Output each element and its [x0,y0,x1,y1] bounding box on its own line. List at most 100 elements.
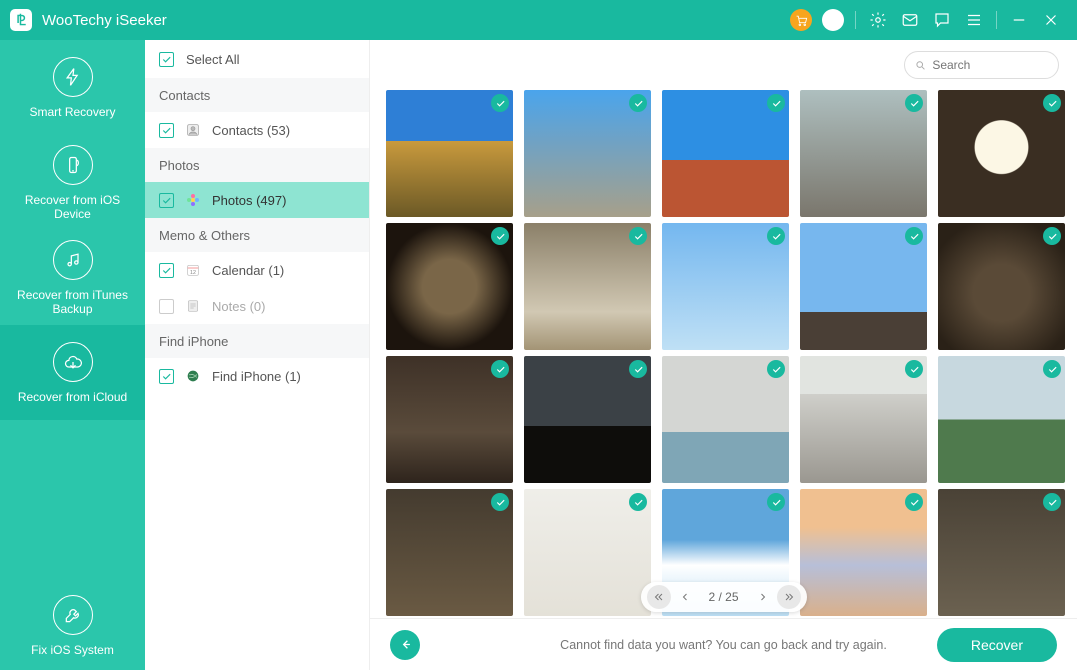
phone-icon [53,145,93,185]
pager-prev-button[interactable] [672,585,696,609]
photo-thumbnail[interactable] [386,90,513,217]
list-item-photos[interactable]: Photos (497) [145,182,369,218]
app-logo-icon: ⅊ [10,9,32,31]
photo-thumbnail[interactable] [524,489,651,616]
gear-icon [869,11,887,29]
close-button[interactable] [1035,4,1067,36]
minimize-button[interactable] [1003,4,1035,36]
list-item-label: Contacts (53) [212,123,290,138]
chevrons-right-icon [783,591,795,603]
check-icon [1043,227,1061,245]
settings-button[interactable] [862,4,894,36]
titlebar-separator [855,11,856,29]
check-icon [905,94,923,112]
footer-message: Cannot find data you want? You can go ba… [560,638,887,652]
photo-grid [386,90,1067,616]
chat-icon [933,11,951,29]
calendar-icon: 12 [184,261,202,279]
checkbox[interactable] [159,123,174,138]
sidebar-item-label: Recover from iOS Device [8,193,137,221]
photo-thumbnail[interactable] [662,356,789,483]
menu-icon [965,11,983,29]
photo-thumbnail[interactable] [386,356,513,483]
flower-icon [184,191,202,209]
list-item-label: Photos (497) [212,193,286,208]
wrench-icon [53,595,93,635]
sidebar-item-label: Recover from iTunes Backup [8,288,137,316]
photo-thumbnail[interactable] [938,489,1065,616]
bolt-icon [53,57,93,97]
sidebar-item-fix-ios[interactable]: Fix iOS System [0,582,145,670]
photo-thumbnail[interactable] [662,90,789,217]
pager-first-button[interactable] [646,585,670,609]
search-box[interactable] [904,51,1059,79]
list-item-find-iphone[interactable]: Find iPhone (1) [145,358,369,394]
checkbox[interactable] [159,299,174,314]
contact-icon [184,121,202,139]
photo-thumbnail[interactable] [938,223,1065,350]
svg-text:12: 12 [190,270,196,276]
category-header-photos: Photos [145,148,369,182]
check-icon [491,360,509,378]
check-icon [629,493,647,511]
list-item-notes[interactable]: Notes (0) [145,288,369,324]
list-item-label: Notes (0) [212,299,265,314]
list-item-label: Calendar (1) [212,263,284,278]
select-all-label: Select All [186,52,239,67]
search-input[interactable] [932,58,1048,72]
checkbox[interactable] [159,369,174,384]
select-all-row[interactable]: Select All [145,40,369,78]
photo-thumbnail[interactable] [800,489,927,616]
category-header-find-iphone: Find iPhone [145,324,369,358]
menu-button[interactable] [958,4,990,36]
check-icon [629,94,647,112]
pager-last-button[interactable] [777,585,801,609]
arrow-left-icon [398,637,413,652]
select-all-checkbox[interactable] [159,52,174,67]
cart-button[interactable] [785,4,817,36]
recover-button[interactable]: Recover [937,628,1057,662]
photo-thumbnail[interactable] [938,90,1065,217]
mail-button[interactable] [894,4,926,36]
photo-thumbnail[interactable] [524,356,651,483]
photo-thumbnail[interactable] [524,223,651,350]
main-toolbar [370,40,1077,90]
minimize-icon [1010,11,1028,29]
account-button[interactable] [817,4,849,36]
app-window: ⅊ WooTechy iSeeker Smart Recovery Recove… [0,0,1077,670]
checkbox[interactable] [159,193,174,208]
titlebar: ⅊ WooTechy iSeeker [0,0,1077,40]
sidebar-item-recover-ios-device[interactable]: Recover from iOS Device [0,135,145,230]
sidebar-item-recover-itunes[interactable]: Recover from iTunes Backup [0,230,145,325]
list-item-calendar[interactable]: 12 Calendar (1) [145,252,369,288]
photo-thumbnail[interactable] [800,90,927,217]
photo-thumbnail[interactable] [800,356,927,483]
chevron-right-icon [757,591,769,603]
photo-thumbnail[interactable] [662,223,789,350]
photo-thumbnail[interactable] [386,489,513,616]
photo-thumbnail[interactable] [800,223,927,350]
close-icon [1042,11,1060,29]
feedback-button[interactable] [926,4,958,36]
footer: Cannot find data you want? You can go ba… [370,618,1077,670]
sidebar-item-smart-recovery[interactable]: Smart Recovery [0,40,145,135]
sidebar-item-recover-icloud[interactable]: Recover from iCloud [0,325,145,420]
notes-icon [184,297,202,315]
check-icon [629,360,647,378]
list-item-contacts[interactable]: Contacts (53) [145,112,369,148]
checkbox[interactable] [159,263,174,278]
pager: 2 / 25 [640,582,806,612]
check-icon [767,94,785,112]
photo-thumbnail[interactable] [938,356,1065,483]
category-header-memo: Memo & Others [145,218,369,252]
pager-next-button[interactable] [751,585,775,609]
back-button[interactable] [390,630,420,660]
titlebar-separator [996,11,997,29]
music-icon [53,240,93,280]
check-icon [1043,94,1061,112]
check-icon [1043,493,1061,511]
photo-thumbnail[interactable] [524,90,651,217]
photo-thumbnail[interactable] [386,223,513,350]
user-icon [822,9,844,31]
sidebar-item-label: Recover from iCloud [18,390,127,404]
